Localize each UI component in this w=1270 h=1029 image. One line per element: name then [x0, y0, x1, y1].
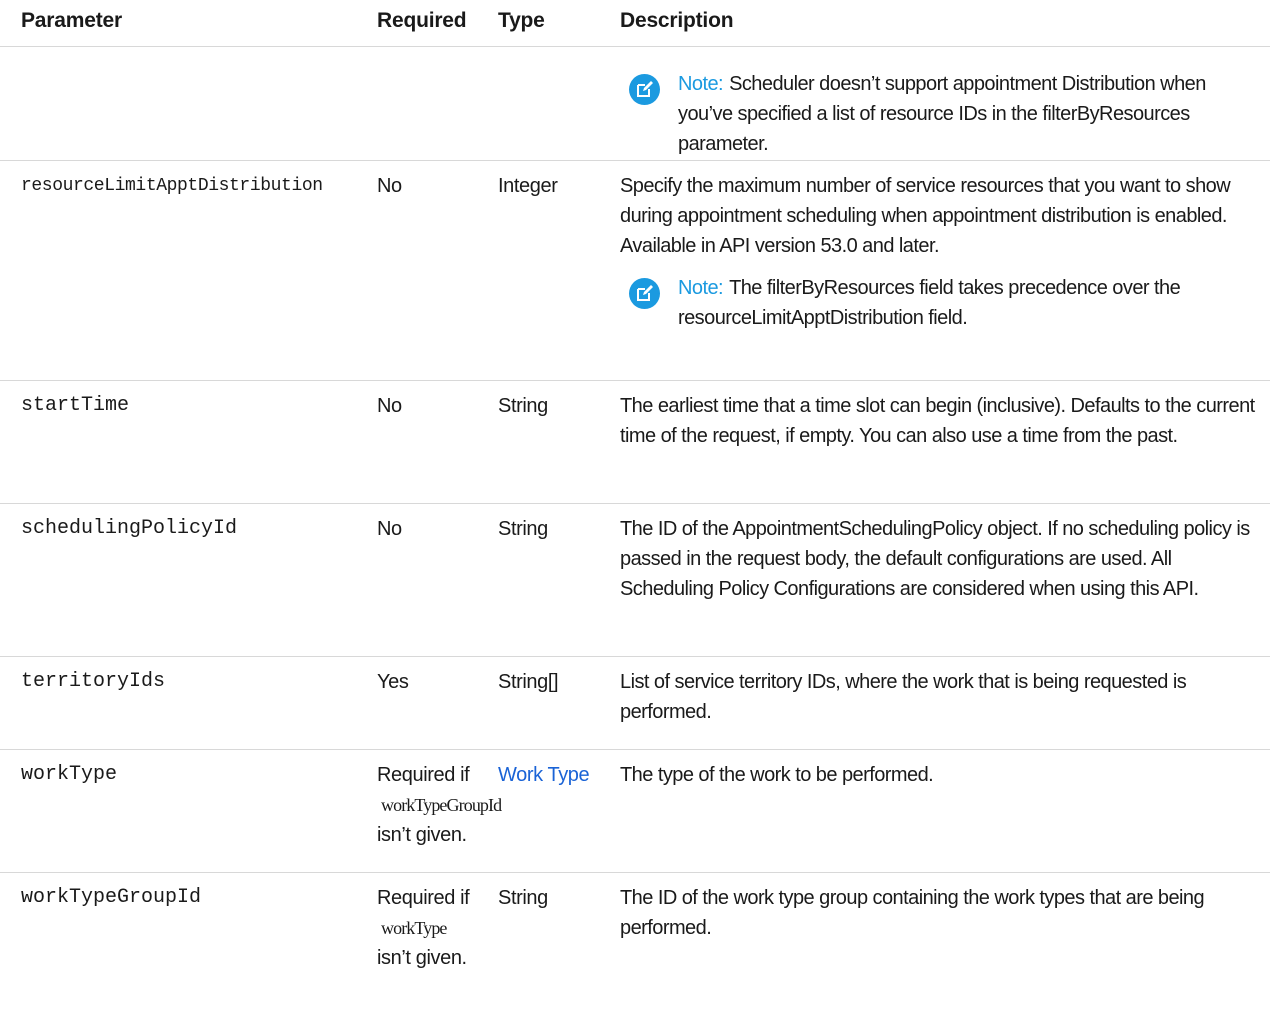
required-code: workType [381, 918, 447, 938]
parameter-name: workTypeGroupId [21, 886, 202, 909]
required-suffix: isn’t given. [377, 947, 467, 969]
type-cell: Integer [498, 175, 558, 197]
table-row: Note: Scheduler doesn’t support appointme… [0, 47, 1270, 161]
note-text: Scheduler doesn’t support appointment Di… [678, 73, 1206, 155]
parameter-name: workType [21, 763, 118, 786]
table-row: workTypeGroupId Required if workType isn… [0, 873, 1270, 995]
table-row: schedulingPolicyId No String The ID of t… [0, 504, 1270, 657]
table-row: resourceLimitApptDistribution No Integer… [0, 161, 1270, 381]
required-prefix: Required if [377, 764, 470, 786]
note-callout: Note: Scheduler doesn’t support appointme… [620, 69, 1260, 159]
parameter-name: territoryIds [21, 670, 166, 693]
required-suffix: isn’t given. [377, 824, 467, 846]
parameter-name: resourceLimitApptDistribution [21, 176, 323, 196]
description-cell: The earliest time that a time slot can b… [620, 395, 1255, 447]
table-row: workType Required if workTypeGroupId isn… [0, 750, 1270, 873]
description-cell: Specify the maximum number of service re… [620, 171, 1260, 333]
required-cell: Required if workType isn’t given. [377, 883, 495, 973]
column-header-parameter: Parameter [21, 9, 122, 32]
column-header-required: Required [377, 9, 467, 32]
type-cell: Work Type [498, 760, 590, 790]
description-cell: List of service territory IDs, where the… [620, 671, 1187, 723]
description-cell: The ID of the AppointmentSchedulingPolic… [620, 518, 1250, 600]
note-label: Note: [678, 277, 724, 299]
type-cell: String [498, 518, 548, 540]
description-text: Specify the maximum number of service re… [620, 175, 1231, 257]
type-cell: String[] [498, 671, 559, 693]
work-type-link[interactable]: Work Type [498, 764, 590, 786]
required-prefix: Required if [377, 887, 470, 909]
required-cell: No [377, 518, 402, 540]
table-row: startTime No String The earliest time th… [0, 381, 1270, 504]
type-cell: String [498, 395, 548, 417]
note-text: The filterByResources field takes preced… [678, 277, 1181, 329]
column-header-type: Type [498, 9, 545, 32]
required-code: workTypeGroupId [381, 795, 502, 815]
required-cell: No [377, 175, 402, 197]
table-header: Parameter Required Type Description [0, 0, 1270, 47]
parameters-table: Parameter Required Type Description Note… [0, 0, 1270, 995]
type-cell: String [498, 887, 548, 909]
required-cell: Required if workTypeGroupId isn’t given. [377, 760, 502, 850]
description-cell: Note: Scheduler doesn’t support appointme… [620, 69, 1260, 159]
note-edit-icon [629, 278, 660, 309]
note-callout: Note: The filterByResources field takes p… [620, 273, 1260, 333]
required-cell: No [377, 395, 402, 417]
required-cell: Yes [377, 671, 409, 693]
parameter-name: schedulingPolicyId [21, 517, 238, 540]
description-cell: The type of the work to be performed. [620, 764, 934, 786]
note-label: Note: [678, 73, 724, 95]
description-cell: The ID of the work type group containing… [620, 887, 1205, 939]
column-header-description: Description [620, 9, 734, 32]
table-row: territoryIds Yes String[] List of servic… [0, 657, 1270, 750]
parameter-name: startTime [21, 394, 130, 417]
note-edit-icon [629, 74, 660, 105]
